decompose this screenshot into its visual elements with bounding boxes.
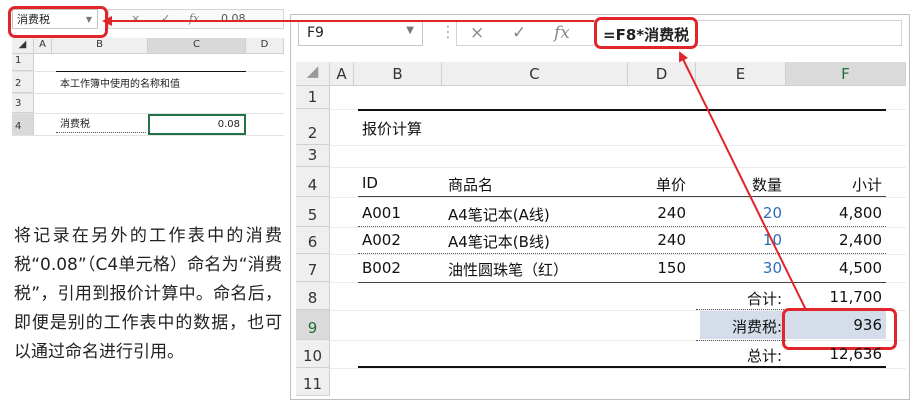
arrow-to-formula <box>679 51 807 311</box>
callout-arrows <box>102 16 807 311</box>
